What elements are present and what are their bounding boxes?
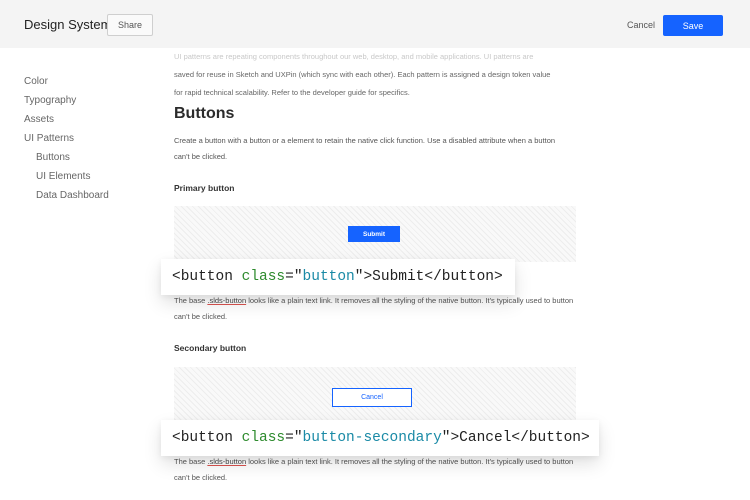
sidebar-item-typography[interactable]: Typography [24, 95, 154, 114]
intro-paragraph: UI patterns are repeating components thr… [174, 48, 576, 102]
cancel-button[interactable]: Cancel [332, 388, 412, 407]
primary-button-preview: Submit [174, 206, 576, 262]
code-tag-close: ">Cancel</button> [441, 430, 590, 446]
desc-prefix: The base [174, 457, 208, 466]
code-tag-open: <button [172, 269, 242, 285]
primary-button-description: The base .slds-button looks like a plain… [174, 293, 576, 325]
secondary-button-description: The base .slds-button looks like a plain… [174, 454, 576, 486]
code-attribute: class [241, 269, 286, 285]
sidebar-item-ui-patterns[interactable]: UI Patterns [24, 133, 154, 152]
code-equals: =" [285, 269, 303, 285]
intro-line-3: for rapid technical scalability. Refer t… [174, 88, 410, 97]
share-button[interactable]: Share [107, 14, 153, 36]
top-bar: Design System Share Cancel Save [0, 0, 750, 48]
section-title: Buttons [174, 105, 235, 122]
secondary-code-snippet: <button class =" button-secondary ">Cancel<… [161, 420, 599, 456]
app-title: Design System [24, 17, 112, 32]
sidebar-nav: Color Typography Assets UI Patterns Butt… [24, 76, 154, 209]
code-value: button [302, 269, 355, 285]
sidebar-item-buttons[interactable]: Buttons [24, 152, 154, 171]
cancel-link[interactable]: Cancel [627, 20, 655, 30]
intro-line-1: UI patterns are repeating components thr… [174, 52, 534, 61]
secondary-button-heading: Secondary button [174, 343, 247, 353]
desc-prefix: The base [174, 296, 208, 305]
code-equals: =" [285, 430, 303, 446]
code-tag-open: <button [172, 430, 242, 446]
sidebar-item-data-dashboard[interactable]: Data Dashboard [24, 190, 154, 209]
sidebar-item-ui-elements[interactable]: UI Elements [24, 171, 154, 190]
secondary-button-preview: Cancel [174, 367, 576, 425]
save-button[interactable]: Save [663, 15, 723, 36]
section-description: Create a button with a button or a eleme… [174, 136, 556, 161]
code-tag-close: ">Submit</button> [354, 269, 503, 285]
primary-code-snippet: <button class =" button ">Submit</button> [161, 259, 515, 295]
sidebar-item-assets[interactable]: Assets [24, 114, 154, 133]
code-value: button-secondary [302, 430, 442, 446]
code-reference: .slds-button [207, 457, 247, 466]
code-reference: .slds-button [207, 296, 247, 305]
intro-line-2: saved for reuse in Sketch and UXPin (whi… [174, 70, 551, 79]
primary-button-heading: Primary button [174, 183, 235, 193]
code-attribute: class [241, 430, 286, 446]
sidebar-item-color[interactable]: Color [24, 76, 154, 95]
submit-button[interactable]: Submit [348, 226, 400, 242]
